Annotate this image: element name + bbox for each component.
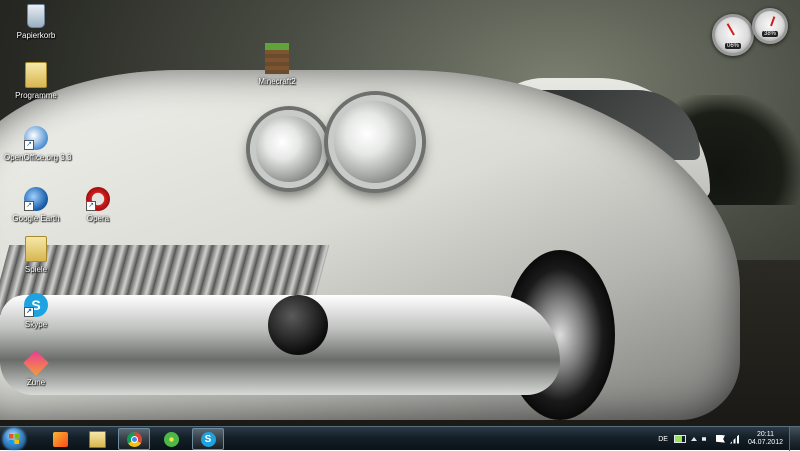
desktop-icon-label: OpenOffice.org 3.3 bbox=[4, 153, 72, 162]
cpu-readout: 06% bbox=[724, 43, 742, 49]
show-hidden-icons-icon[interactable] bbox=[690, 437, 697, 441]
taskbar-media-player[interactable] bbox=[44, 428, 76, 450]
taskbar-chrome[interactable] bbox=[118, 428, 150, 450]
desktop-icon-openoffice[interactable]: ↗ OpenOffice.org 3.3 bbox=[4, 126, 72, 162]
icq-icon bbox=[163, 431, 179, 447]
start-button[interactable] bbox=[3, 428, 25, 450]
desktop-icon-label: Spiele bbox=[24, 265, 48, 274]
taskbar: S DE 20:11 04.07.2012 bbox=[0, 426, 800, 451]
clock-date: 04.07.2012 bbox=[747, 439, 783, 446]
folder-icon bbox=[25, 236, 47, 262]
media-player-icon bbox=[52, 431, 68, 447]
openoffice-icon: ↗ bbox=[24, 126, 48, 150]
language-indicator[interactable]: DE bbox=[658, 436, 668, 443]
system-tray: DE 20:11 04.07.2012 bbox=[658, 427, 800, 451]
cpu-meter-gadget[interactable]: 06% 38% bbox=[712, 8, 788, 56]
network-signal-icon[interactable] bbox=[729, 434, 739, 444]
desktop-icon-papierkorb[interactable]: Papierkorb bbox=[4, 4, 68, 40]
google-earth-icon: ↗ bbox=[24, 187, 48, 211]
chrome-icon bbox=[126, 431, 142, 447]
skype-icon: S bbox=[200, 431, 216, 447]
desktop-icon-label: Opera bbox=[86, 214, 110, 223]
taskbar-clock[interactable]: 20:11 04.07.2012 bbox=[748, 431, 783, 447]
folder-icon bbox=[25, 62, 47, 88]
shortcut-arrow-icon: ↗ bbox=[24, 307, 34, 317]
action-center-flag-icon[interactable] bbox=[715, 434, 725, 443]
shortcut-arrow-icon: ↗ bbox=[24, 140, 34, 150]
explorer-folder-icon bbox=[88, 430, 106, 448]
zune-icon bbox=[23, 350, 49, 376]
cpu-needle bbox=[726, 23, 735, 36]
desktop-icon-label: Papierkorb bbox=[16, 31, 56, 40]
show-desktop-button[interactable] bbox=[789, 427, 800, 451]
desktop-icon-opera[interactable]: ↗ Opera bbox=[66, 187, 130, 223]
desktop-icon-skype[interactable]: S ↗ Skype bbox=[4, 293, 68, 329]
clock-time: 20:11 bbox=[756, 431, 774, 438]
memory-readout: 38% bbox=[761, 31, 779, 37]
desktop-icon-label: Zune bbox=[26, 378, 46, 387]
keyboard-icon[interactable] bbox=[673, 435, 686, 443]
desktop-icon-google-earth[interactable]: ↗ Google Earth bbox=[4, 187, 68, 223]
desktop-icon-programme[interactable]: Programme bbox=[4, 62, 68, 100]
desktop-icon-label: Skype bbox=[24, 320, 48, 329]
shortcut-arrow-icon: ↗ bbox=[24, 201, 34, 211]
cpu-gauge: 06% bbox=[712, 14, 754, 56]
car-headlight-right bbox=[328, 95, 422, 189]
volume-icon[interactable] bbox=[701, 434, 711, 444]
opera-icon: ↗ bbox=[86, 187, 110, 211]
shortcut-arrow-icon: ↗ bbox=[86, 201, 96, 211]
taskbar-icq[interactable] bbox=[155, 428, 187, 450]
taskbar-explorer[interactable] bbox=[81, 428, 113, 450]
desktop-icon-label: Google Earth bbox=[12, 214, 60, 223]
desktop-icon-spiele[interactable]: Spiele bbox=[4, 236, 68, 274]
desktop-icon-zune[interactable]: Zune bbox=[4, 350, 68, 387]
car-bumper-knob bbox=[268, 295, 328, 355]
skype-icon: S ↗ bbox=[24, 293, 48, 317]
car-headlight-left bbox=[250, 110, 328, 188]
desktop-icon-label: Programme bbox=[15, 91, 57, 100]
memory-gauge: 38% bbox=[752, 8, 788, 44]
minecraft-icon bbox=[265, 43, 289, 74]
taskbar-skype[interactable]: S bbox=[192, 428, 224, 450]
recycle-bin-icon bbox=[27, 4, 45, 28]
desktop-icon-minecraft2[interactable]: Minecraft2 bbox=[245, 43, 309, 86]
memory-needle bbox=[770, 16, 776, 27]
desktop-icon-label: Minecraft2 bbox=[258, 77, 296, 86]
